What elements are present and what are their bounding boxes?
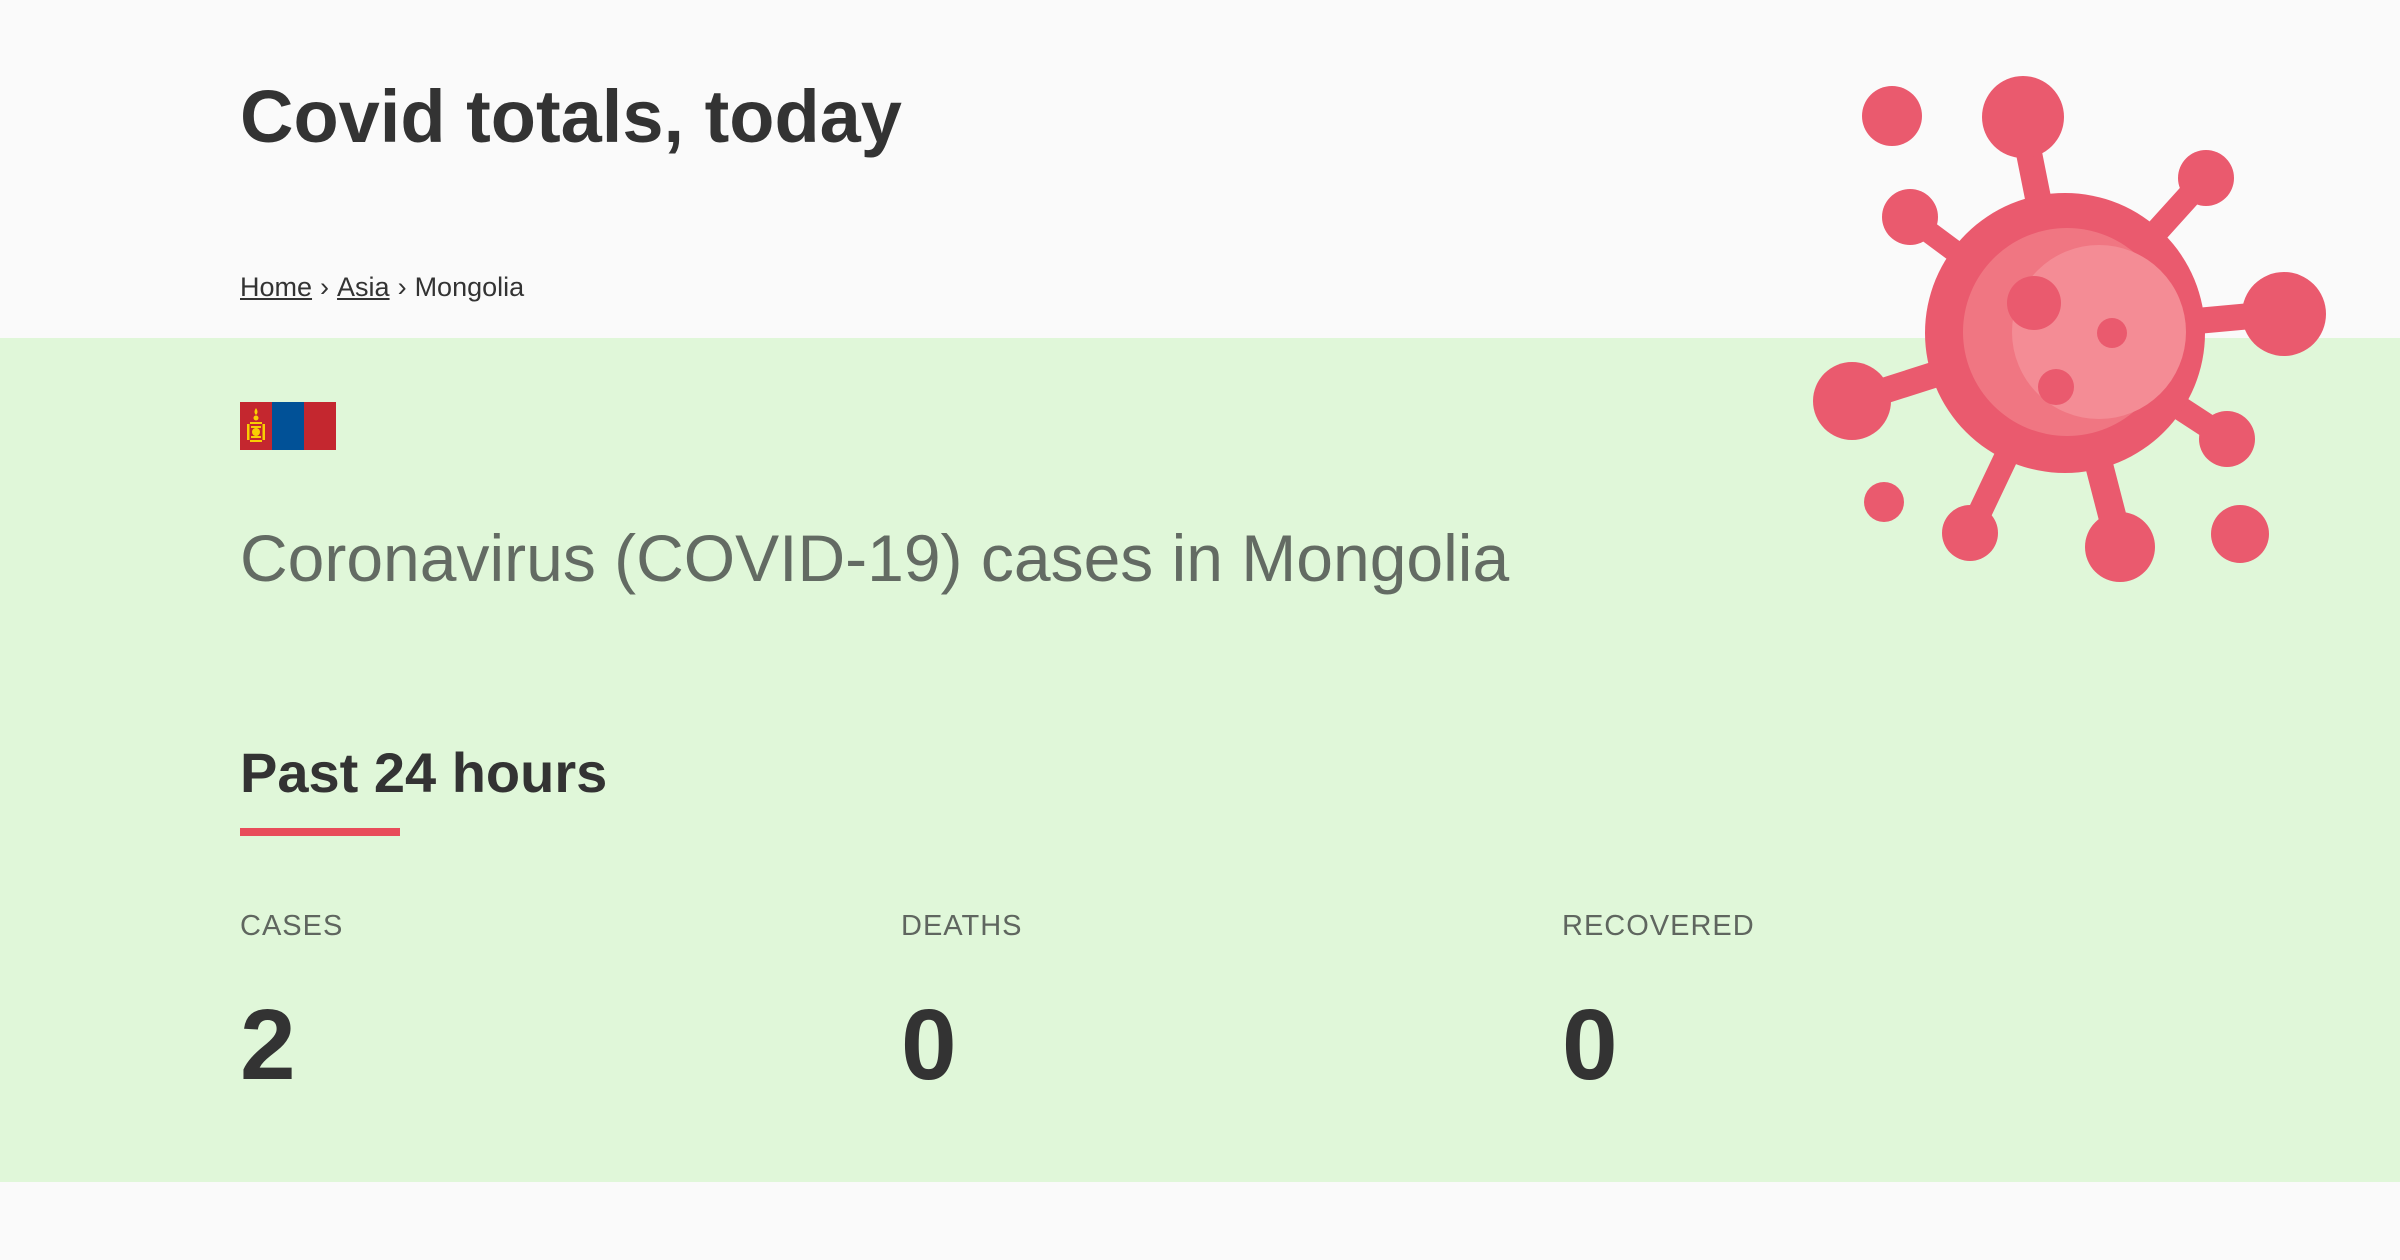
stat-cases: CASES 2	[240, 908, 840, 1100]
breadcrumb: Home › Asia › Mongolia	[240, 270, 524, 304]
country-title: Coronavirus (COVID-19) cases in Mongolia	[240, 521, 1510, 595]
breadcrumb-region-link[interactable]: Asia	[337, 272, 390, 302]
site-title: Covid totals, today	[240, 75, 902, 158]
soyombo-icon	[247, 408, 265, 442]
stat-value: 2	[240, 989, 296, 1101]
stat-recovered: RECOVERED 0	[1562, 908, 2162, 1100]
stat-label: DEATHS	[901, 910, 1023, 942]
breadcrumb-separator: ›	[397, 272, 407, 302]
virus-icon	[1813, 76, 2326, 582]
stat-value: 0	[1562, 989, 1618, 1101]
stat-label: RECOVERED	[1562, 910, 1755, 942]
stat-label: CASES	[240, 910, 344, 942]
breadcrumb-home-link[interactable]: Home	[240, 272, 312, 302]
breadcrumb-separator: ›	[320, 272, 330, 302]
breadcrumb-current: Mongolia	[414, 272, 525, 302]
stat-value: 0	[901, 989, 957, 1101]
stat-deaths: DEATHS 0	[901, 908, 1501, 1100]
mongolia-flag-icon	[240, 402, 336, 450]
section-title: Past 24 hours	[240, 741, 608, 804]
section-underline	[240, 828, 400, 836]
